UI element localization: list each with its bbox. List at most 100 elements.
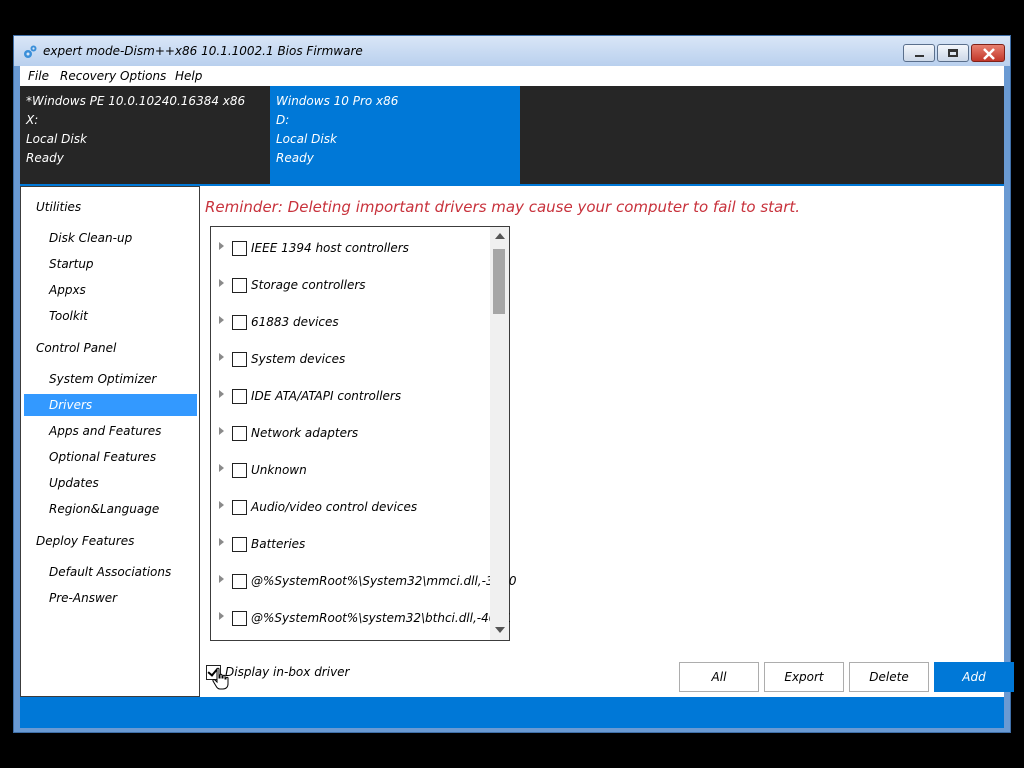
row-checkbox[interactable]	[232, 574, 247, 589]
row-checkbox[interactable]	[232, 315, 247, 330]
system-disk: Local Disk	[276, 132, 337, 146]
sidebar-item-disk-cleanup[interactable]: Disk Clean-up	[24, 227, 197, 249]
menu-bar: File Recovery Options Help	[20, 66, 1004, 86]
sidebar-item-pre-answer[interactable]: Pre-Answer	[24, 587, 197, 609]
expand-arrow-icon[interactable]	[219, 501, 224, 509]
minimize-button[interactable]	[903, 44, 935, 62]
sidebar-item-drivers[interactable]: Drivers	[24, 394, 197, 416]
tree-row-label: Batteries	[251, 537, 306, 551]
maximize-icon	[948, 49, 958, 57]
tree-row[interactable]: @%SystemRoot%\system32\bthci.dll,-4001	[211, 599, 512, 636]
expand-arrow-icon[interactable]	[219, 390, 224, 398]
export-button[interactable]: Export	[764, 662, 844, 692]
menu-options[interactable]: Options	[120, 69, 166, 83]
system-tile-winpe[interactable]: *Windows PE 10.0.10240.16384 x86 X: Loca…	[20, 86, 270, 184]
sidebar-item-default-associations[interactable]: Default Associations	[24, 561, 197, 583]
expand-arrow-icon[interactable]	[219, 575, 224, 583]
expand-arrow-icon[interactable]	[219, 353, 224, 361]
maximize-button[interactable]	[937, 44, 969, 62]
tree-row[interactable]: Audio/video control devices	[211, 488, 491, 525]
row-checkbox[interactable]	[232, 389, 247, 404]
delete-button[interactable]: Delete	[849, 662, 929, 692]
system-disk: Local Disk	[26, 132, 87, 146]
tree-row[interactable]: 61883 devices	[211, 303, 491, 340]
tree-row-label: 61883 devices	[251, 315, 339, 329]
tree-row-label: @%SystemRoot%\System32\mmci.dll,-3000	[251, 574, 517, 588]
tree-row-label: @%SystemRoot%\system32\bthci.dll,-4001	[251, 611, 512, 625]
tree-row[interactable]: Unknown	[211, 451, 491, 488]
system-tile-win10[interactable]: Windows 10 Pro x86 D: Local Disk Ready	[270, 86, 520, 184]
close-button[interactable]	[971, 44, 1005, 62]
sidebar-category-deploy-features[interactable]: Deploy Features	[24, 530, 197, 552]
sidebar-item-appxs[interactable]: Appxs	[24, 279, 197, 301]
tree-row[interactable]: Batteries	[211, 525, 491, 562]
expand-arrow-icon[interactable]	[219, 427, 224, 435]
sidebar-category-utilities[interactable]: Utilities	[24, 196, 197, 218]
tree-row[interactable]: System devices	[211, 340, 491, 377]
sidebar-item-startup[interactable]: Startup	[24, 253, 197, 275]
tree-row-label: System devices	[251, 352, 346, 366]
tree-row-label: IEEE 1394 host controllers	[251, 241, 409, 255]
reminder-text: Reminder: Deleting important drivers may…	[205, 198, 801, 216]
tree-row-label: IDE ATA/ATAPI controllers	[251, 389, 402, 403]
expand-arrow-icon[interactable]	[219, 612, 224, 620]
title-bar[interactable]: expert mode-Dism++x86 10.1.1002.1 Bios F…	[14, 36, 1010, 66]
minimize-icon	[915, 55, 924, 57]
scroll-up-arrow-icon[interactable]	[495, 233, 505, 239]
sidebar-item-system-optimizer[interactable]: System Optimizer	[24, 368, 197, 390]
drivers-panel: Reminder: Deleting important drivers may…	[201, 186, 1014, 697]
expand-arrow-icon[interactable]	[219, 316, 224, 324]
expand-arrow-icon[interactable]	[219, 279, 224, 287]
app-window: expert mode-Dism++x86 10.1.1002.1 Bios F…	[13, 35, 1014, 733]
scroll-thumb[interactable]	[493, 249, 505, 314]
tree-row[interactable]: Network adapters	[211, 414, 491, 451]
tree-scrollbar[interactable]	[490, 227, 509, 640]
window-title: expert mode-Dism++x86 10.1.1002.1 Bios F…	[43, 44, 363, 58]
sidebar-item-optional-features[interactable]: Optional Features	[24, 446, 197, 468]
row-checkbox[interactable]	[232, 463, 247, 478]
tree-row-label: Audio/video control devices	[251, 500, 418, 514]
add-button[interactable]: Add	[934, 662, 1014, 692]
expand-arrow-icon[interactable]	[219, 464, 224, 472]
system-status: Ready	[276, 151, 314, 165]
all-button[interactable]: All	[679, 662, 759, 692]
tree-row-label: Storage controllers	[251, 278, 366, 292]
tree-row-label: Unknown	[251, 463, 307, 477]
system-name: Windows 10 Pro x86	[276, 94, 399, 108]
row-checkbox[interactable]	[232, 278, 247, 293]
menu-recovery[interactable]: Recovery	[60, 69, 116, 83]
client-area: File Recovery Options Help *Windows PE 1…	[20, 66, 1014, 728]
system-selector: *Windows PE 10.0.10240.16384 x86 X: Loca…	[20, 86, 1004, 184]
system-status: Ready	[26, 151, 64, 165]
row-checkbox[interactable]	[232, 241, 247, 256]
system-name: *Windows PE 10.0.10240.16384 x86	[26, 94, 246, 108]
tree-row[interactable]: IDE ATA/ATAPI controllers	[211, 377, 491, 414]
display-inbox-label[interactable]: Display in-box driver	[225, 665, 350, 679]
expand-arrow-icon[interactable]	[219, 538, 224, 546]
menu-file[interactable]: File	[28, 69, 49, 83]
sidebar-item-apps-and-features[interactable]: Apps and Features	[24, 420, 197, 442]
close-icon	[983, 48, 995, 60]
expand-arrow-icon[interactable]	[219, 242, 224, 250]
gears-icon	[24, 45, 37, 58]
tree-row[interactable]: @%SystemRoot%\System32\mmci.dll,-3000	[211, 562, 516, 599]
scroll-down-arrow-icon[interactable]	[495, 627, 505, 633]
system-drive: X:	[26, 113, 39, 127]
driver-tree: IEEE 1394 host controllers Storage contr…	[210, 226, 516, 641]
sidebar-category-control-panel[interactable]: Control Panel	[24, 337, 197, 359]
sidebar: Utilities Disk Clean-up Startup Appxs To…	[20, 186, 200, 697]
sidebar-item-toolkit[interactable]: Toolkit	[24, 305, 197, 327]
row-checkbox[interactable]	[232, 352, 247, 367]
sidebar-item-updates[interactable]: Updates	[24, 472, 197, 494]
tree-row-label: Network adapters	[251, 426, 359, 440]
row-checkbox[interactable]	[232, 500, 247, 515]
system-drive: D:	[276, 113, 290, 127]
row-checkbox[interactable]	[232, 426, 247, 441]
tree-row[interactable]: Storage controllers	[211, 266, 491, 303]
tree-row[interactable]: IEEE 1394 host controllers	[211, 229, 491, 266]
status-bar	[20, 697, 1004, 728]
sidebar-item-region-language[interactable]: Region&Language	[24, 498, 197, 520]
menu-help[interactable]: Help	[175, 69, 202, 83]
row-checkbox[interactable]	[232, 611, 247, 626]
row-checkbox[interactable]	[232, 537, 247, 552]
